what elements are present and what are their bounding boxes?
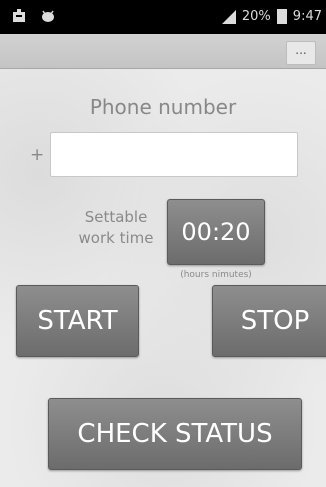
- clock: 9:47: [292, 9, 322, 24]
- phone-number-label: Phone number: [89, 95, 237, 119]
- overflow-menu-button[interactable]: ...: [286, 41, 316, 65]
- main-content: Phone number + Settable work time 00:20 …: [0, 69, 326, 487]
- settable-work-time-label: Settable work time: [72, 207, 160, 249]
- settable-line-1: Settable: [84, 208, 148, 226]
- stop-button[interactable]: STOP: [212, 285, 326, 357]
- action-bar: ...: [0, 34, 326, 69]
- phone-number-input[interactable]: [50, 132, 298, 177]
- status-bar: 20% 9:47: [0, 0, 326, 34]
- android-debug-icon: [40, 9, 54, 23]
- start-button[interactable]: START: [16, 285, 139, 357]
- work-time-button[interactable]: 00:20: [167, 199, 265, 265]
- battery-charging-icon: [276, 9, 287, 24]
- check-status-button[interactable]: CHECK STATUS: [48, 398, 302, 470]
- battery-percent: 20%: [241, 9, 271, 24]
- country-prefix: +: [30, 145, 45, 165]
- time-format-hint: (hours nimutes): [180, 270, 252, 280]
- notification-icon: [12, 9, 26, 23]
- signal-icon: [221, 9, 236, 24]
- settable-line-2: work time: [78, 229, 154, 247]
